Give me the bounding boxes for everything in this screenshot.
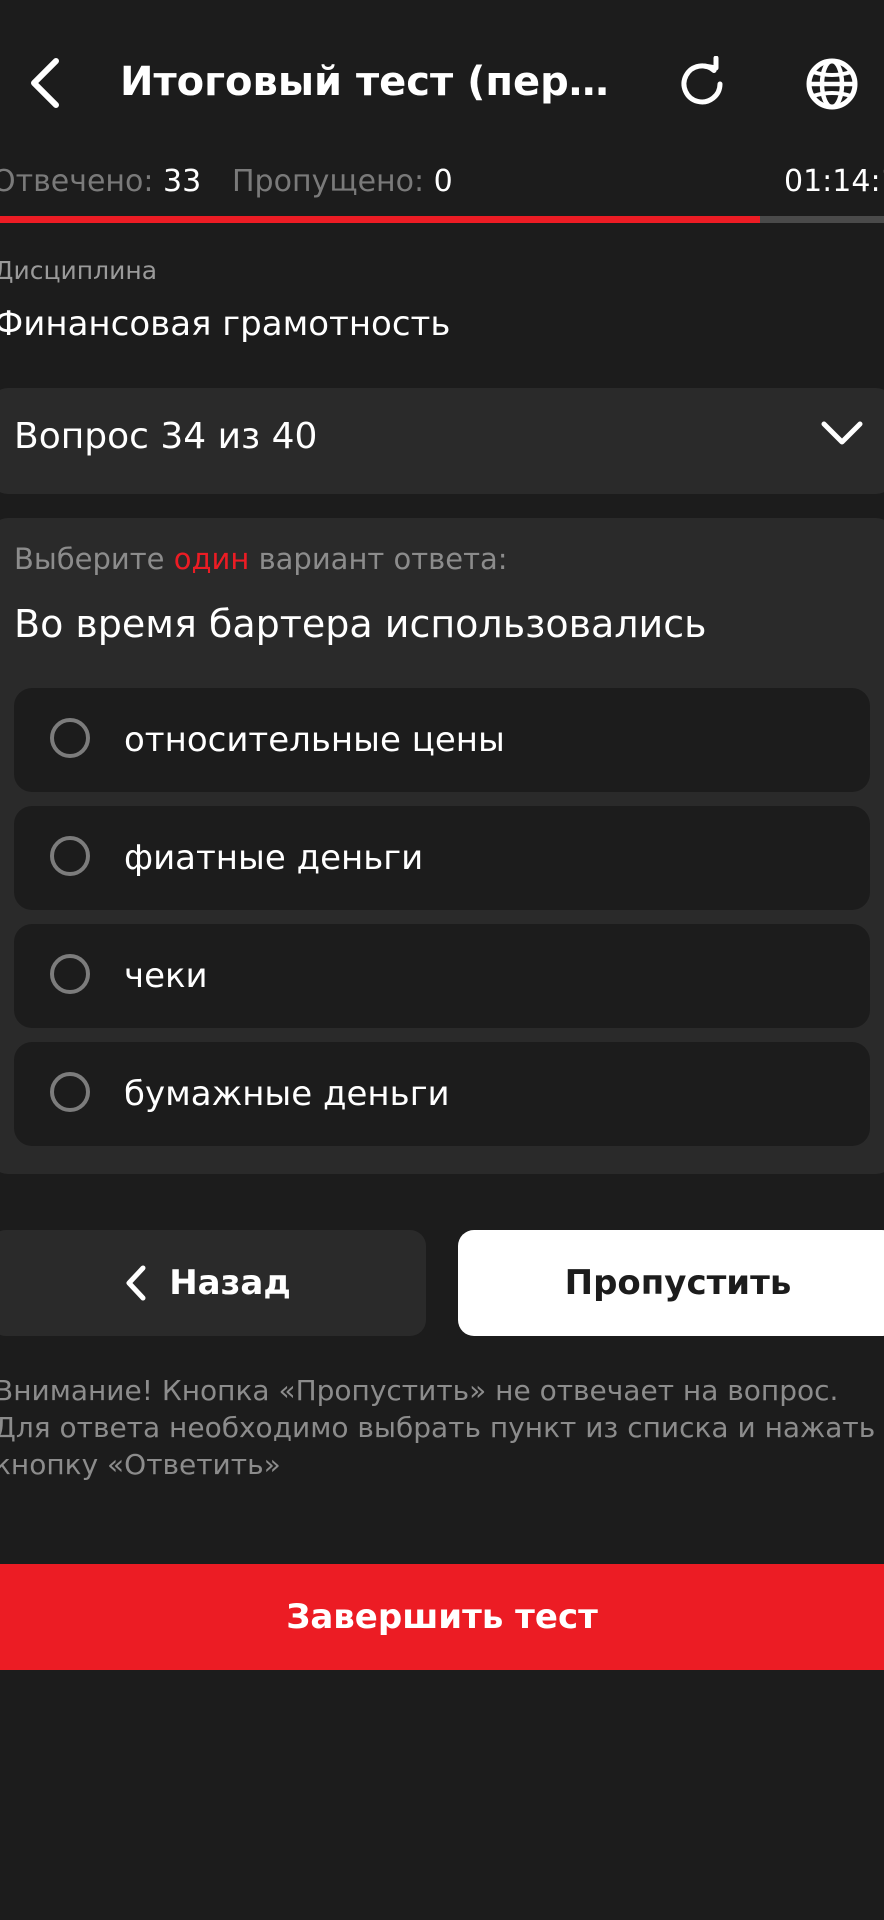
- skipped-count: Пропущено: 0: [232, 160, 453, 204]
- refresh-button[interactable]: [670, 52, 734, 116]
- answered-value: 33: [163, 164, 202, 199]
- quiz-screen: Итоговый тест (пересд... Отвечено: 33 Пр…: [0, 0, 884, 1920]
- question-selector-label: Вопрос 34 из 40: [14, 416, 318, 457]
- answered-count: Отвечено: 33: [0, 160, 201, 204]
- language-button[interactable]: [800, 52, 864, 116]
- progress-bar: [0, 216, 884, 223]
- question-selector[interactable]: Вопрос 34 из 40: [0, 388, 884, 494]
- chevron-left-icon: [126, 1265, 146, 1301]
- answer-option[interactable]: фиатные деньги: [14, 806, 870, 910]
- question-text: Во время бартера использовались: [14, 602, 707, 646]
- finish-test-button[interactable]: Завершить тест: [0, 1564, 884, 1670]
- finish-test-label: Завершить тест: [286, 1597, 598, 1637]
- answer-instruction: Выберите один вариант ответа:: [14, 542, 508, 576]
- back-arrow-button[interactable]: [22, 52, 68, 114]
- previous-button[interactable]: Назад: [0, 1230, 426, 1336]
- radio-icon: [50, 718, 90, 758]
- notice-line: Для ответа необходимо выбрать пункт из с…: [0, 1411, 876, 1444]
- skip-button[interactable]: Пропустить: [458, 1230, 884, 1336]
- skipped-value: 0: [433, 164, 453, 199]
- answer-option-label: относительные цены: [124, 720, 505, 760]
- notice-line: Внимание! Кнопка «Пропустить» не отвечае…: [0, 1374, 839, 1407]
- page-title: Итоговый тест (пересд...: [120, 59, 630, 105]
- refresh-icon: [681, 56, 723, 105]
- answer-option[interactable]: чеки: [14, 924, 870, 1028]
- skip-notice: Внимание! Кнопка «Пропустить» не отвечае…: [0, 1372, 876, 1483]
- answered-label: Отвечено:: [0, 164, 154, 199]
- globe-icon: [806, 58, 858, 110]
- answer-option-label: фиатные деньги: [124, 838, 424, 878]
- progress-fill: [0, 216, 761, 223]
- chevron-left-icon: [31, 58, 59, 108]
- instruction-prefix: Выберите: [14, 542, 165, 576]
- answer-option-label: чеки: [124, 956, 208, 996]
- answer-option-label: бумажные деньги: [124, 1074, 450, 1114]
- discipline-label: Дисциплина: [0, 256, 158, 285]
- timer: 01:14:16: [784, 164, 884, 199]
- skipped-label: Пропущено:: [232, 164, 425, 199]
- header: Итоговый тест (пересд...: [0, 0, 884, 150]
- radio-icon: [50, 1072, 90, 1112]
- radio-icon: [50, 954, 90, 994]
- notice-line: кнопку «Ответить»: [0, 1448, 281, 1481]
- instruction-suffix: вариант ответа:: [258, 542, 508, 576]
- skip-button-label: Пропустить: [564, 1263, 792, 1303]
- previous-button-content: Назад: [125, 1263, 291, 1303]
- previous-button-label: Назад: [169, 1263, 291, 1303]
- question-card: Выберите один вариант ответа: Во время б…: [0, 518, 884, 1174]
- chevron-down-icon: [821, 421, 863, 445]
- answer-option[interactable]: относительные цены: [14, 688, 870, 792]
- discipline-value: Финансовая грамотность: [0, 304, 451, 344]
- instruction-accent: один: [173, 542, 250, 576]
- answer-option[interactable]: бумажные деньги: [14, 1042, 870, 1146]
- radio-icon: [50, 836, 90, 876]
- test-stats: Отвечено: 33 Пропущено: 0 01:14:16: [0, 160, 884, 210]
